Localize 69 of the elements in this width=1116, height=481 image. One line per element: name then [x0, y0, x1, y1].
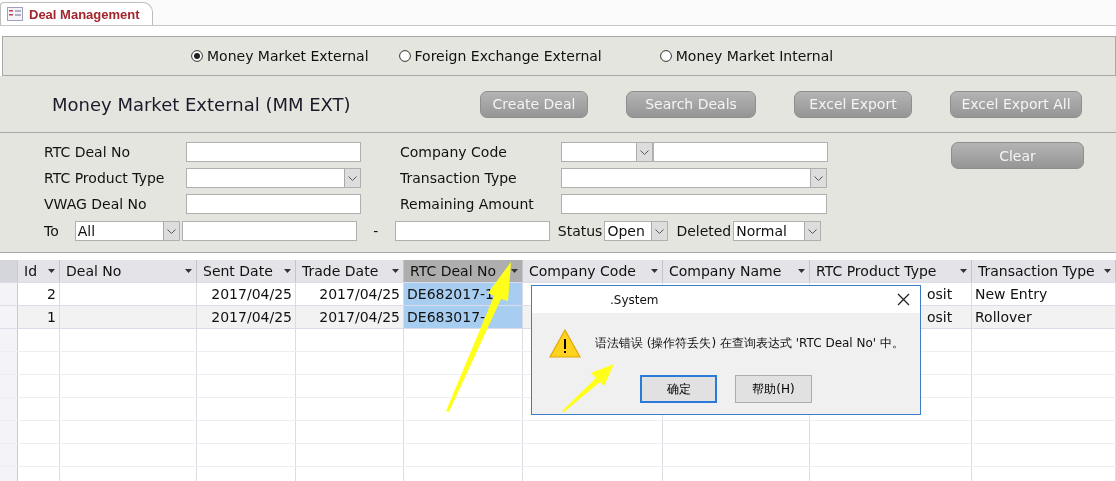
column-header[interactable]: Transaction Type	[972, 260, 1116, 282]
sort-filter-icon[interactable]	[48, 269, 55, 273]
column-header[interactable]: Company Name	[663, 260, 810, 282]
radio-button[interactable]	[191, 50, 203, 62]
column-header[interactable]: Company Code	[523, 260, 663, 282]
radio-label[interactable]: Foreign Exchange External	[414, 48, 602, 64]
dropdown-field[interactable]	[561, 168, 827, 188]
input-field[interactable]	[394, 221, 550, 241]
table-cell: 1	[18, 306, 60, 328]
dropdown-field[interactable]	[561, 142, 653, 162]
column-header[interactable]: RTC Product Type	[810, 260, 972, 282]
radio-button[interactable]	[659, 50, 672, 62]
input-field[interactable]	[181, 221, 357, 241]
field-label: Deleted	[676, 223, 732, 239]
column-header[interactable]: RTC Deal No	[404, 260, 523, 282]
sort-filter-icon[interactable]	[960, 269, 967, 273]
form-tab[interactable]: Deal Management	[0, 2, 153, 25]
radio-label[interactable]: Money Market Internal	[675, 48, 834, 64]
input-field[interactable]	[653, 142, 828, 162]
sort-filter-icon[interactable]	[511, 269, 518, 273]
table-cell: 2017/04/25	[197, 306, 296, 328]
field-label: VWAG Deal No	[44, 196, 148, 212]
field-label: To	[44, 223, 59, 239]
close-icon[interactable]	[897, 293, 910, 306]
chevron-down-icon[interactable]	[348, 175, 357, 181]
sort-filter-icon[interactable]	[1104, 269, 1111, 273]
dropdown-field[interactable]	[186, 168, 361, 188]
chevron-down-icon[interactable]	[655, 228, 665, 234]
annotation-arrow	[562, 364, 614, 412]
field-label: Company Code	[400, 144, 508, 160]
input-field[interactable]	[561, 194, 827, 214]
sort-filter-icon[interactable]	[651, 269, 658, 273]
column-header[interactable]: Deal No	[60, 260, 197, 282]
radio-label[interactable]: Money Market External	[207, 48, 369, 64]
radio-button[interactable]	[398, 50, 411, 62]
field-label: Remaining Amount	[400, 196, 535, 212]
form-icon	[7, 7, 23, 21]
range-separator: -	[372, 223, 380, 239]
warning-icon	[549, 329, 581, 358]
column-header[interactable]: Id	[18, 260, 60, 282]
field-label: Transaction Type	[400, 170, 518, 186]
column-header[interactable]: Sent Date	[197, 260, 296, 282]
input-field[interactable]	[186, 194, 361, 214]
dropdown-field[interactable]: All	[74, 221, 180, 241]
dialog-title: .System	[610, 292, 659, 307]
sort-filter-icon[interactable]	[284, 269, 291, 273]
table-cell: 2017/04/25	[197, 283, 296, 305]
table-cell: New Entry	[972, 283, 1116, 305]
sort-filter-icon[interactable]	[798, 269, 805, 273]
column-header[interactable]: Trade Date	[296, 260, 404, 282]
dialog-button[interactable]: 确定	[640, 375, 717, 403]
chevron-down-icon[interactable]	[640, 149, 649, 155]
field-label: RTC Product Type	[44, 170, 166, 186]
table-cell: 2	[18, 283, 60, 305]
form-heading: Money Market External (MM EXT)	[52, 93, 352, 115]
sort-filter-icon[interactable]	[185, 269, 192, 273]
field-label: Status	[557, 223, 603, 239]
dialog-button[interactable]: 帮助(H)	[735, 375, 812, 403]
sort-filter-icon[interactable]	[392, 269, 399, 273]
dialog-message: 语法错误 (操作符丢失) 在查询表达式 'RTC Deal No' 中。	[595, 335, 904, 352]
table-cell: Rollover	[972, 306, 1116, 328]
dropdown-field[interactable]: Normal	[733, 221, 822, 241]
input-field[interactable]	[186, 142, 361, 162]
chevron-down-icon[interactable]	[814, 175, 823, 181]
chevron-down-icon[interactable]	[808, 228, 818, 234]
chevron-down-icon[interactable]	[166, 228, 176, 234]
table-cell: DE683017-	[404, 306, 523, 328]
field-label: RTC Deal No	[44, 144, 132, 160]
dropdown-field[interactable]: Open	[604, 221, 669, 241]
